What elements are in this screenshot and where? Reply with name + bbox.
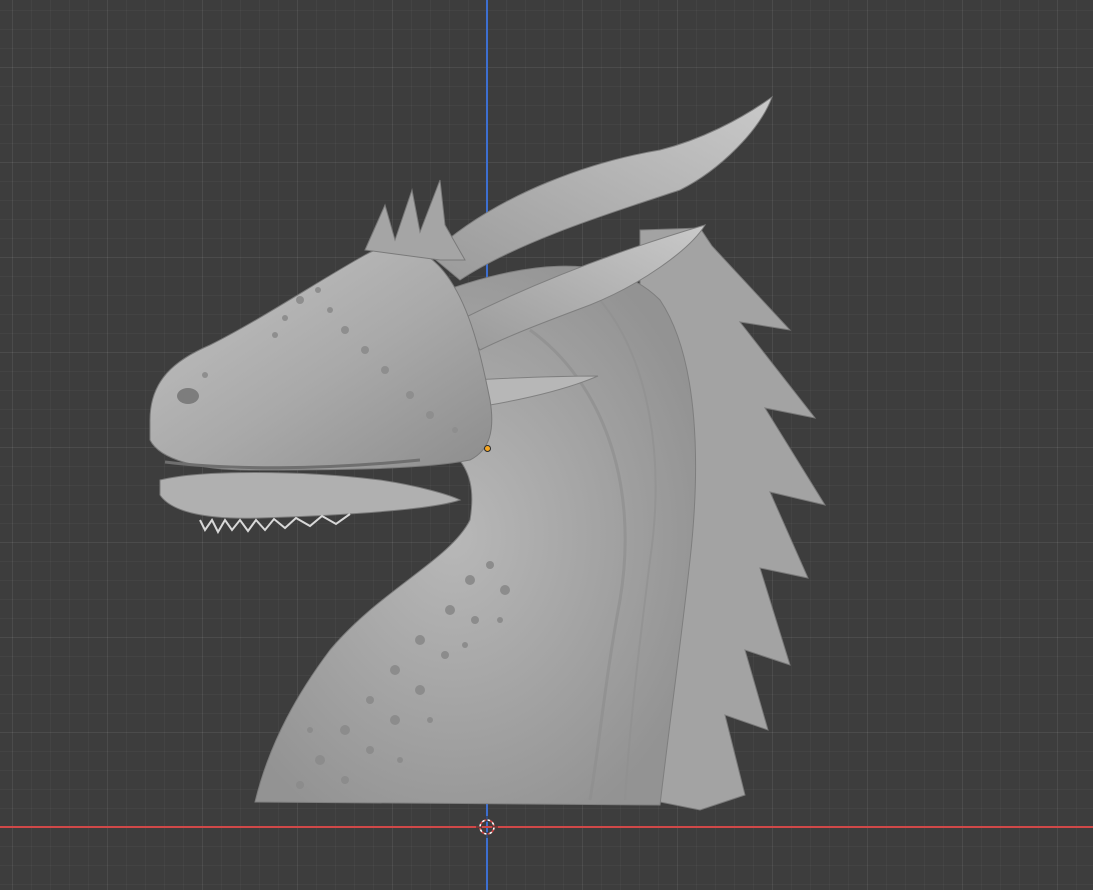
- object-origin-icon[interactable]: [484, 445, 491, 452]
- 3d-cursor-icon[interactable]: [476, 816, 498, 838]
- dragon-head: [149, 179, 493, 535]
- dragon-bust-model[interactable]: [0, 0, 1093, 890]
- nostril-icon: [177, 388, 199, 404]
- 3d-viewport[interactable]: [0, 0, 1093, 890]
